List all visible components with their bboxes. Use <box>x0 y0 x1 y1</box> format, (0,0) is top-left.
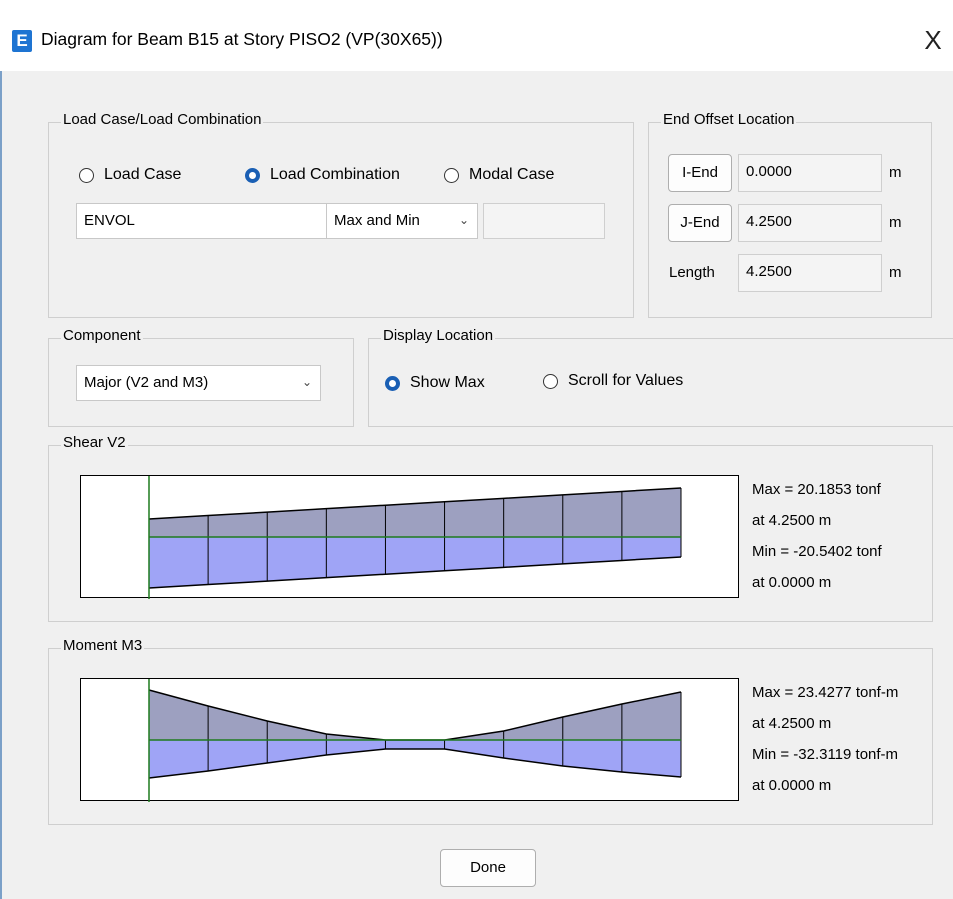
moment-m3-group: Moment M3 Max = 23.4277 tonf-m at 4.2500… <box>48 637 933 825</box>
length-field[interactable]: 4.2500 <box>738 254 882 292</box>
radio-scroll-for-values[interactable]: Scroll for Values <box>543 372 713 394</box>
radio-load-combination[interactable]: Load Combination <box>245 166 415 188</box>
close-button[interactable]: X <box>918 25 948 55</box>
shear-max-value: Max = 20.1853 tonf <box>752 481 881 498</box>
radio-show-max-label: Show Max <box>410 374 485 391</box>
radio-modal-case-circle <box>444 168 459 183</box>
j-end-button[interactable]: J-End <box>668 204 732 242</box>
i-end-button[interactable]: I-End <box>668 154 732 192</box>
moment-diagram-svg <box>148 679 682 802</box>
i-end-button-label: I-End <box>682 164 718 181</box>
radio-load-combination-label: Load Combination <box>270 166 400 183</box>
i-end-value: 0.0000 <box>746 163 792 180</box>
max-min-select[interactable]: Max and Min ⌄ <box>326 203 478 239</box>
moment-max-value: Max = 23.4277 tonf-m <box>752 684 899 701</box>
j-end-field[interactable]: 4.2500 <box>738 204 882 242</box>
done-button[interactable]: Done <box>440 849 536 887</box>
shear-diagram-svg <box>148 476 682 599</box>
display-location-group-label: Display Location <box>381 327 496 344</box>
load-case-group: Load Case/Load Combination Load Case Loa… <box>48 111 634 318</box>
moment-m3-group-label: Moment M3 <box>61 637 145 654</box>
radio-scroll-for-values-circle <box>543 374 558 389</box>
shear-min-value: Min = -20.5402 tonf <box>752 543 882 560</box>
radio-load-case-circle <box>79 168 94 183</box>
dialog-window: E Diagram for Beam B15 at Story PISO2 (V… <box>0 0 953 899</box>
j-end-unit: m <box>889 214 902 231</box>
moment-max-location: at 4.2500 m <box>752 715 832 732</box>
shear-negative-area <box>149 537 681 588</box>
display-location-group: Display Location Show Max Scroll for Val… <box>368 327 953 427</box>
radio-show-max[interactable]: Show Max <box>385 374 515 396</box>
shear-max-location: at 4.2500 m <box>752 512 832 529</box>
shear-v2-group: Shear V2 Max = 20.1853 tonf at 4.2500 m … <box>48 434 933 622</box>
i-end-field[interactable]: 0.0000 <box>738 154 882 192</box>
shear-readout: Max = 20.1853 tonf at 4.2500 m Min = -20… <box>752 474 882 598</box>
moment-diagram <box>80 678 739 802</box>
end-offset-group: End Offset Location I-End 0.0000 m J-End… <box>648 111 932 318</box>
title-bar: E Diagram for Beam B15 at Story PISO2 (V… <box>0 9 953 71</box>
j-end-button-label: J-End <box>680 214 720 231</box>
max-min-value: Max and Min <box>334 212 420 229</box>
shear-diagram <box>80 475 739 599</box>
done-button-label: Done <box>470 859 506 876</box>
radio-show-max-circle <box>385 376 400 391</box>
extra-field[interactable] <box>483 203 605 239</box>
component-group-label: Component <box>61 327 143 344</box>
moment-min-value: Min = -32.3119 tonf-m <box>752 746 899 763</box>
radio-modal-case[interactable]: Modal Case <box>444 166 574 188</box>
end-offset-group-label: End Offset Location <box>661 111 797 128</box>
shear-min-location: at 0.0000 m <box>752 574 832 591</box>
length-unit: m <box>889 264 902 281</box>
shear-v2-group-label: Shear V2 <box>61 434 128 451</box>
load-combination-value: ENVOL <box>84 212 135 229</box>
radio-load-combination-circle <box>245 168 260 183</box>
radio-load-case-label: Load Case <box>104 166 182 183</box>
dialog-client: Load Case/Load Combination Load Case Loa… <box>0 71 953 899</box>
window-edge <box>0 71 2 899</box>
chevron-down-icon: ⌄ <box>301 375 312 389</box>
j-end-value: 4.2500 <box>746 213 792 230</box>
moment-positive-area <box>149 690 681 740</box>
load-case-group-label: Load Case/Load Combination <box>61 111 264 128</box>
component-group: Component Major (V2 and M3) ⌄ <box>48 327 354 427</box>
moment-readout: Max = 23.4277 tonf-m at 4.2500 m Min = -… <box>752 677 898 801</box>
radio-scroll-for-values-label: Scroll for Values <box>568 372 684 389</box>
length-label: Length <box>669 264 715 281</box>
i-end-unit: m <box>889 164 902 181</box>
component-value: Major (V2 and M3) <box>84 374 209 391</box>
top-strip <box>0 0 953 9</box>
shear-positive-area <box>149 488 681 537</box>
chevron-down-icon: ⌄ <box>458 213 469 227</box>
length-value: 4.2500 <box>746 263 792 280</box>
component-select[interactable]: Major (V2 and M3) ⌄ <box>76 365 321 401</box>
window-title: Diagram for Beam B15 at Story PISO2 (VP(… <box>41 29 443 49</box>
radio-load-case[interactable]: Load Case <box>79 166 209 188</box>
moment-min-location: at 0.0000 m <box>752 777 832 794</box>
moment-negative-area <box>149 740 681 778</box>
app-icon: E <box>12 30 32 52</box>
radio-modal-case-label: Modal Case <box>469 166 555 183</box>
